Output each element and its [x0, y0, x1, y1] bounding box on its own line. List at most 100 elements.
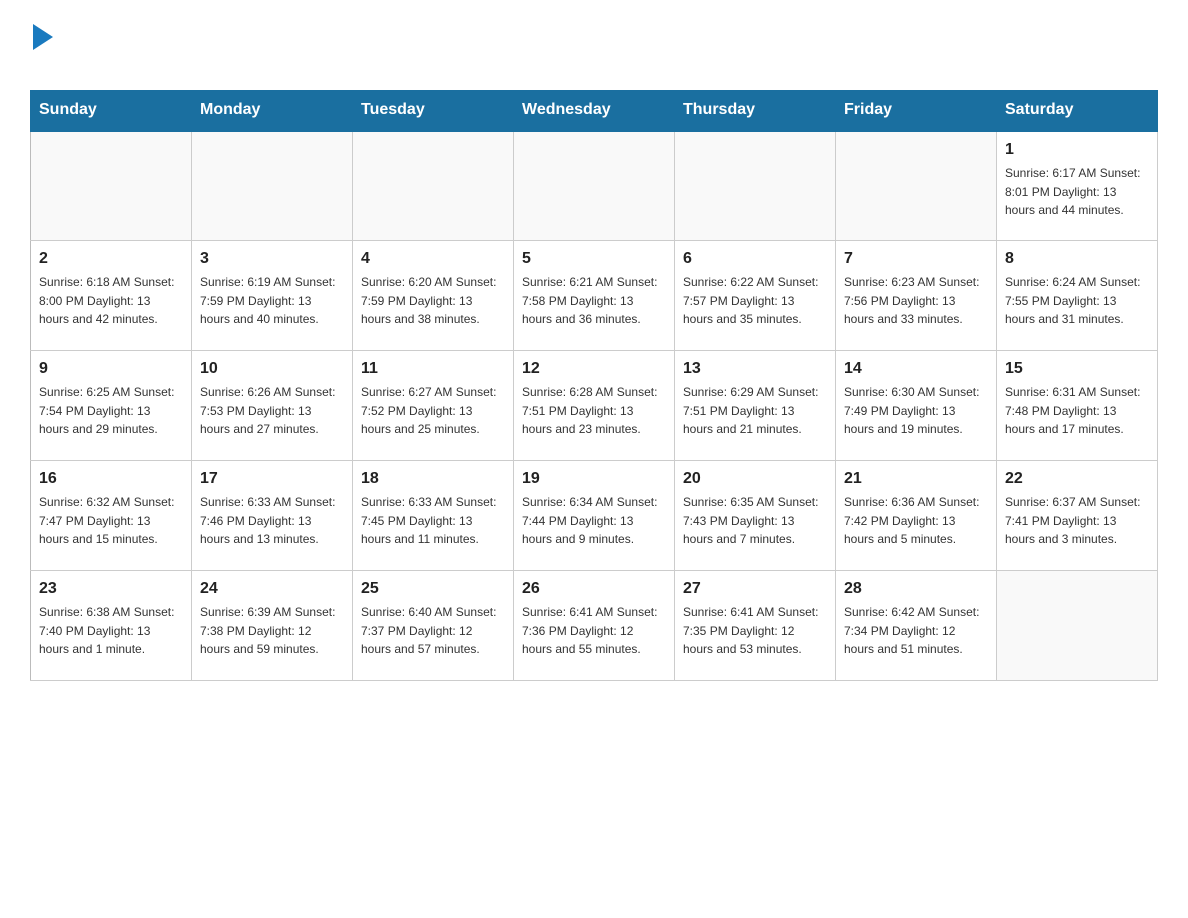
day-info: Sunrise: 6:36 AM Sunset: 7:42 PM Dayligh…	[844, 493, 988, 549]
weekday-header-wednesday: Wednesday	[514, 91, 675, 131]
day-number: 20	[683, 467, 827, 491]
calendar-day-cell	[675, 131, 836, 241]
calendar-day-cell: 1Sunrise: 6:17 AM Sunset: 8:01 PM Daylig…	[997, 131, 1158, 241]
calendar-table: SundayMondayTuesdayWednesdayThursdayFrid…	[30, 90, 1158, 681]
weekday-header-row: SundayMondayTuesdayWednesdayThursdayFrid…	[31, 91, 1158, 131]
calendar-day-cell: 10Sunrise: 6:26 AM Sunset: 7:53 PM Dayli…	[192, 351, 353, 461]
day-number: 26	[522, 577, 666, 601]
day-number: 14	[844, 357, 988, 381]
day-info: Sunrise: 6:33 AM Sunset: 7:46 PM Dayligh…	[200, 493, 344, 549]
calendar-day-cell: 18Sunrise: 6:33 AM Sunset: 7:45 PM Dayli…	[353, 461, 514, 571]
calendar-week-row: 1Sunrise: 6:17 AM Sunset: 8:01 PM Daylig…	[31, 131, 1158, 241]
day-number: 1	[1005, 138, 1149, 162]
day-number: 9	[39, 357, 183, 381]
calendar-day-cell: 12Sunrise: 6:28 AM Sunset: 7:51 PM Dayli…	[514, 351, 675, 461]
calendar-day-cell: 24Sunrise: 6:39 AM Sunset: 7:38 PM Dayli…	[192, 571, 353, 681]
weekday-header-monday: Monday	[192, 91, 353, 131]
weekday-header-friday: Friday	[836, 91, 997, 131]
calendar-day-cell: 8Sunrise: 6:24 AM Sunset: 7:55 PM Daylig…	[997, 241, 1158, 351]
day-info: Sunrise: 6:40 AM Sunset: 7:37 PM Dayligh…	[361, 603, 505, 659]
calendar-day-cell: 3Sunrise: 6:19 AM Sunset: 7:59 PM Daylig…	[192, 241, 353, 351]
day-number: 5	[522, 247, 666, 271]
day-number: 16	[39, 467, 183, 491]
calendar-day-cell	[353, 131, 514, 241]
day-number: 27	[683, 577, 827, 601]
day-info: Sunrise: 6:30 AM Sunset: 7:49 PM Dayligh…	[844, 383, 988, 439]
day-number: 21	[844, 467, 988, 491]
day-info: Sunrise: 6:19 AM Sunset: 7:59 PM Dayligh…	[200, 273, 344, 329]
calendar-day-cell	[836, 131, 997, 241]
day-number: 15	[1005, 357, 1149, 381]
calendar-day-cell: 11Sunrise: 6:27 AM Sunset: 7:52 PM Dayli…	[353, 351, 514, 461]
calendar-day-cell: 22Sunrise: 6:37 AM Sunset: 7:41 PM Dayli…	[997, 461, 1158, 571]
calendar-week-row: 9Sunrise: 6:25 AM Sunset: 7:54 PM Daylig…	[31, 351, 1158, 461]
calendar-day-cell: 16Sunrise: 6:32 AM Sunset: 7:47 PM Dayli…	[31, 461, 192, 571]
calendar-day-cell: 17Sunrise: 6:33 AM Sunset: 7:46 PM Dayli…	[192, 461, 353, 571]
day-number: 24	[200, 577, 344, 601]
calendar-day-cell: 19Sunrise: 6:34 AM Sunset: 7:44 PM Dayli…	[514, 461, 675, 571]
day-info: Sunrise: 6:42 AM Sunset: 7:34 PM Dayligh…	[844, 603, 988, 659]
day-info: Sunrise: 6:27 AM Sunset: 7:52 PM Dayligh…	[361, 383, 505, 439]
logo-arrow-icon	[33, 24, 53, 50]
day-number: 25	[361, 577, 505, 601]
day-number: 2	[39, 247, 183, 271]
day-info: Sunrise: 6:38 AM Sunset: 7:40 PM Dayligh…	[39, 603, 183, 659]
day-number: 18	[361, 467, 505, 491]
calendar-day-cell: 9Sunrise: 6:25 AM Sunset: 7:54 PM Daylig…	[31, 351, 192, 461]
day-number: 12	[522, 357, 666, 381]
weekday-header-saturday: Saturday	[997, 91, 1158, 131]
calendar-day-cell: 13Sunrise: 6:29 AM Sunset: 7:51 PM Dayli…	[675, 351, 836, 461]
calendar-day-cell: 6Sunrise: 6:22 AM Sunset: 7:57 PM Daylig…	[675, 241, 836, 351]
calendar-day-cell: 4Sunrise: 6:20 AM Sunset: 7:59 PM Daylig…	[353, 241, 514, 351]
calendar-day-cell: 20Sunrise: 6:35 AM Sunset: 7:43 PM Dayli…	[675, 461, 836, 571]
day-info: Sunrise: 6:29 AM Sunset: 7:51 PM Dayligh…	[683, 383, 827, 439]
day-info: Sunrise: 6:31 AM Sunset: 7:48 PM Dayligh…	[1005, 383, 1149, 439]
day-info: Sunrise: 6:18 AM Sunset: 8:00 PM Dayligh…	[39, 273, 183, 329]
day-info: Sunrise: 6:17 AM Sunset: 8:01 PM Dayligh…	[1005, 164, 1149, 220]
calendar-week-row: 16Sunrise: 6:32 AM Sunset: 7:47 PM Dayli…	[31, 461, 1158, 571]
day-number: 22	[1005, 467, 1149, 491]
calendar-day-cell: 25Sunrise: 6:40 AM Sunset: 7:37 PM Dayli…	[353, 571, 514, 681]
day-number: 7	[844, 247, 988, 271]
calendar-day-cell: 21Sunrise: 6:36 AM Sunset: 7:42 PM Dayli…	[836, 461, 997, 571]
weekday-header-tuesday: Tuesday	[353, 91, 514, 131]
day-number: 23	[39, 577, 183, 601]
day-number: 8	[1005, 247, 1149, 271]
page-header	[30, 24, 1158, 80]
day-info: Sunrise: 6:41 AM Sunset: 7:36 PM Dayligh…	[522, 603, 666, 659]
calendar-day-cell: 26Sunrise: 6:41 AM Sunset: 7:36 PM Dayli…	[514, 571, 675, 681]
day-info: Sunrise: 6:25 AM Sunset: 7:54 PM Dayligh…	[39, 383, 183, 439]
day-info: Sunrise: 6:34 AM Sunset: 7:44 PM Dayligh…	[522, 493, 666, 549]
calendar-day-cell	[31, 131, 192, 241]
day-info: Sunrise: 6:35 AM Sunset: 7:43 PM Dayligh…	[683, 493, 827, 549]
day-number: 17	[200, 467, 344, 491]
day-info: Sunrise: 6:33 AM Sunset: 7:45 PM Dayligh…	[361, 493, 505, 549]
day-info: Sunrise: 6:28 AM Sunset: 7:51 PM Dayligh…	[522, 383, 666, 439]
calendar-day-cell: 27Sunrise: 6:41 AM Sunset: 7:35 PM Dayli…	[675, 571, 836, 681]
calendar-day-cell	[192, 131, 353, 241]
day-number: 10	[200, 357, 344, 381]
day-info: Sunrise: 6:37 AM Sunset: 7:41 PM Dayligh…	[1005, 493, 1149, 549]
calendar-week-row: 23Sunrise: 6:38 AM Sunset: 7:40 PM Dayli…	[31, 571, 1158, 681]
calendar-day-cell: 7Sunrise: 6:23 AM Sunset: 7:56 PM Daylig…	[836, 241, 997, 351]
day-info: Sunrise: 6:26 AM Sunset: 7:53 PM Dayligh…	[200, 383, 344, 439]
calendar-day-cell: 2Sunrise: 6:18 AM Sunset: 8:00 PM Daylig…	[31, 241, 192, 351]
logo	[30, 24, 53, 80]
day-info: Sunrise: 6:24 AM Sunset: 7:55 PM Dayligh…	[1005, 273, 1149, 329]
day-info: Sunrise: 6:21 AM Sunset: 7:58 PM Dayligh…	[522, 273, 666, 329]
calendar-day-cell: 28Sunrise: 6:42 AM Sunset: 7:34 PM Dayli…	[836, 571, 997, 681]
day-number: 28	[844, 577, 988, 601]
calendar-day-cell: 23Sunrise: 6:38 AM Sunset: 7:40 PM Dayli…	[31, 571, 192, 681]
day-number: 11	[361, 357, 505, 381]
day-number: 4	[361, 247, 505, 271]
day-number: 19	[522, 467, 666, 491]
day-info: Sunrise: 6:23 AM Sunset: 7:56 PM Dayligh…	[844, 273, 988, 329]
day-info: Sunrise: 6:20 AM Sunset: 7:59 PM Dayligh…	[361, 273, 505, 329]
weekday-header-thursday: Thursday	[675, 91, 836, 131]
day-number: 13	[683, 357, 827, 381]
calendar-day-cell	[997, 571, 1158, 681]
day-number: 6	[683, 247, 827, 271]
calendar-week-row: 2Sunrise: 6:18 AM Sunset: 8:00 PM Daylig…	[31, 241, 1158, 351]
calendar-day-cell: 15Sunrise: 6:31 AM Sunset: 7:48 PM Dayli…	[997, 351, 1158, 461]
weekday-header-sunday: Sunday	[31, 91, 192, 131]
